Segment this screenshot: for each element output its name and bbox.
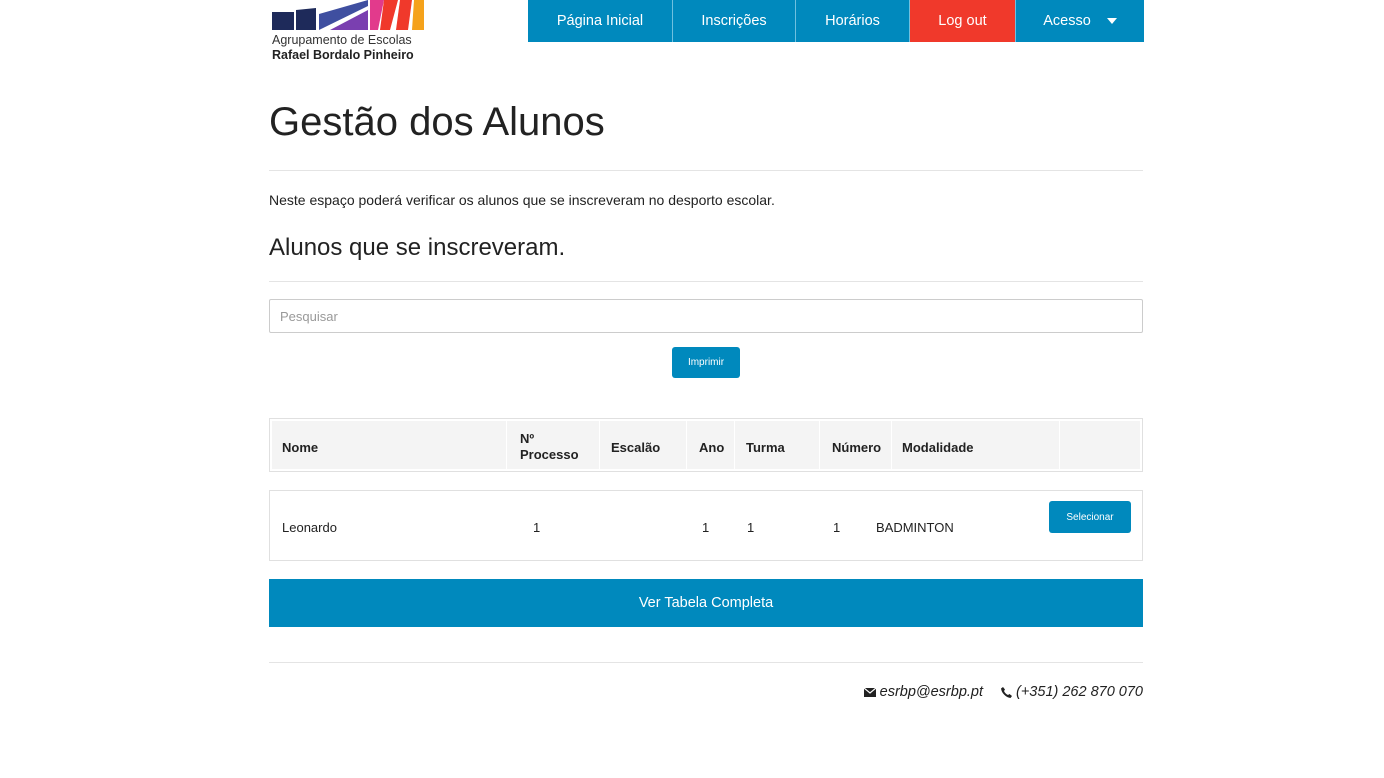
view-full-table-button[interactable]: Ver Tabela Completa <box>269 579 1143 627</box>
footer-email[interactable]: esrbp@esrbp.pt <box>880 684 983 700</box>
logo-line2: Rafael Bordalo Pinheiro <box>272 48 414 62</box>
nav-logout-label: Log out <box>938 13 987 29</box>
nav-inscricoes[interactable]: Inscrições <box>673 0 796 42</box>
nav-logout[interactable]: Log out <box>910 0 1016 42</box>
logo-mark-icon <box>272 0 424 30</box>
cell-turma: 1 <box>747 520 755 535</box>
nav-acesso-label: Acesso <box>1043 13 1091 29</box>
cell-processo: 1 <box>533 520 541 535</box>
col-separator <box>1059 421 1060 469</box>
col-header-processo-line1: Nº <box>520 431 535 446</box>
nav-acesso-dropdown[interactable]: Acesso <box>1016 0 1144 42</box>
intro-text: Neste espaço poderá verificar os alunos … <box>269 192 775 208</box>
phone-icon <box>1001 686 1013 698</box>
select-button[interactable]: Selecionar <box>1049 501 1131 533</box>
col-separator <box>599 421 600 469</box>
col-header-turma: Turma <box>746 440 785 455</box>
col-header-processo-line2: Processo <box>520 447 579 462</box>
subtitle-divider <box>269 281 1143 282</box>
col-header-modalidade: Modalidade <box>902 440 974 455</box>
table-header: Nome Nº Processo Escalão Ano Turma Númer… <box>269 418 1143 472</box>
col-header-nome: Nome <box>282 440 319 455</box>
col-separator <box>891 421 892 469</box>
print-button[interactable]: Imprimir <box>672 347 740 378</box>
col-separator <box>819 421 820 469</box>
col-header-ano: Ano <box>699 440 725 455</box>
view-full-table-label: Ver Tabela Completa <box>638 595 774 611</box>
footer-contacts: esrbp@esrbp.pt (+351) 262 870 070 <box>863 684 1143 700</box>
col-separator <box>506 421 507 469</box>
nav-horarios[interactable]: Horários <box>796 0 910 42</box>
search-input[interactable] <box>269 299 1143 333</box>
envelope-icon <box>863 687 876 697</box>
cell-numero: 1 <box>833 520 841 535</box>
page-title: Gestão dos Alunos <box>269 100 605 144</box>
nav-inscricoes-label: Inscrições <box>701 13 767 29</box>
logo-line1: Agrupamento de Escolas <box>272 33 412 47</box>
col-separator <box>734 421 735 469</box>
cell-nome: Leonardo <box>282 520 337 535</box>
caret-down-icon <box>1106 18 1117 24</box>
nav-pagina-inicial[interactable]: Página Inicial <box>528 0 673 42</box>
table-row: Leonardo 1 1 1 1 BADMINTON Selecionar <box>269 490 1143 561</box>
cell-ano: 1 <box>702 520 710 535</box>
col-header-numero: Número <box>832 440 882 455</box>
cell-modalidade: BADMINTON <box>876 520 954 535</box>
main-nav: Página Inicial Inscrições Horários Log o… <box>528 0 1144 42</box>
col-separator <box>686 421 687 469</box>
nav-horarios-label: Horários <box>825 13 880 29</box>
col-header-escalao: Escalão <box>611 440 661 455</box>
school-logo[interactable]: Agrupamento de Escolas Rafael Bordalo Pi… <box>272 0 432 64</box>
footer-divider <box>269 662 1143 663</box>
title-divider <box>269 170 1143 171</box>
footer-phone[interactable]: (+351) 262 870 070 <box>1016 684 1143 700</box>
section-subtitle: Alunos que se inscreveram. <box>269 234 566 261</box>
nav-pagina-inicial-label: Página Inicial <box>556 13 644 29</box>
